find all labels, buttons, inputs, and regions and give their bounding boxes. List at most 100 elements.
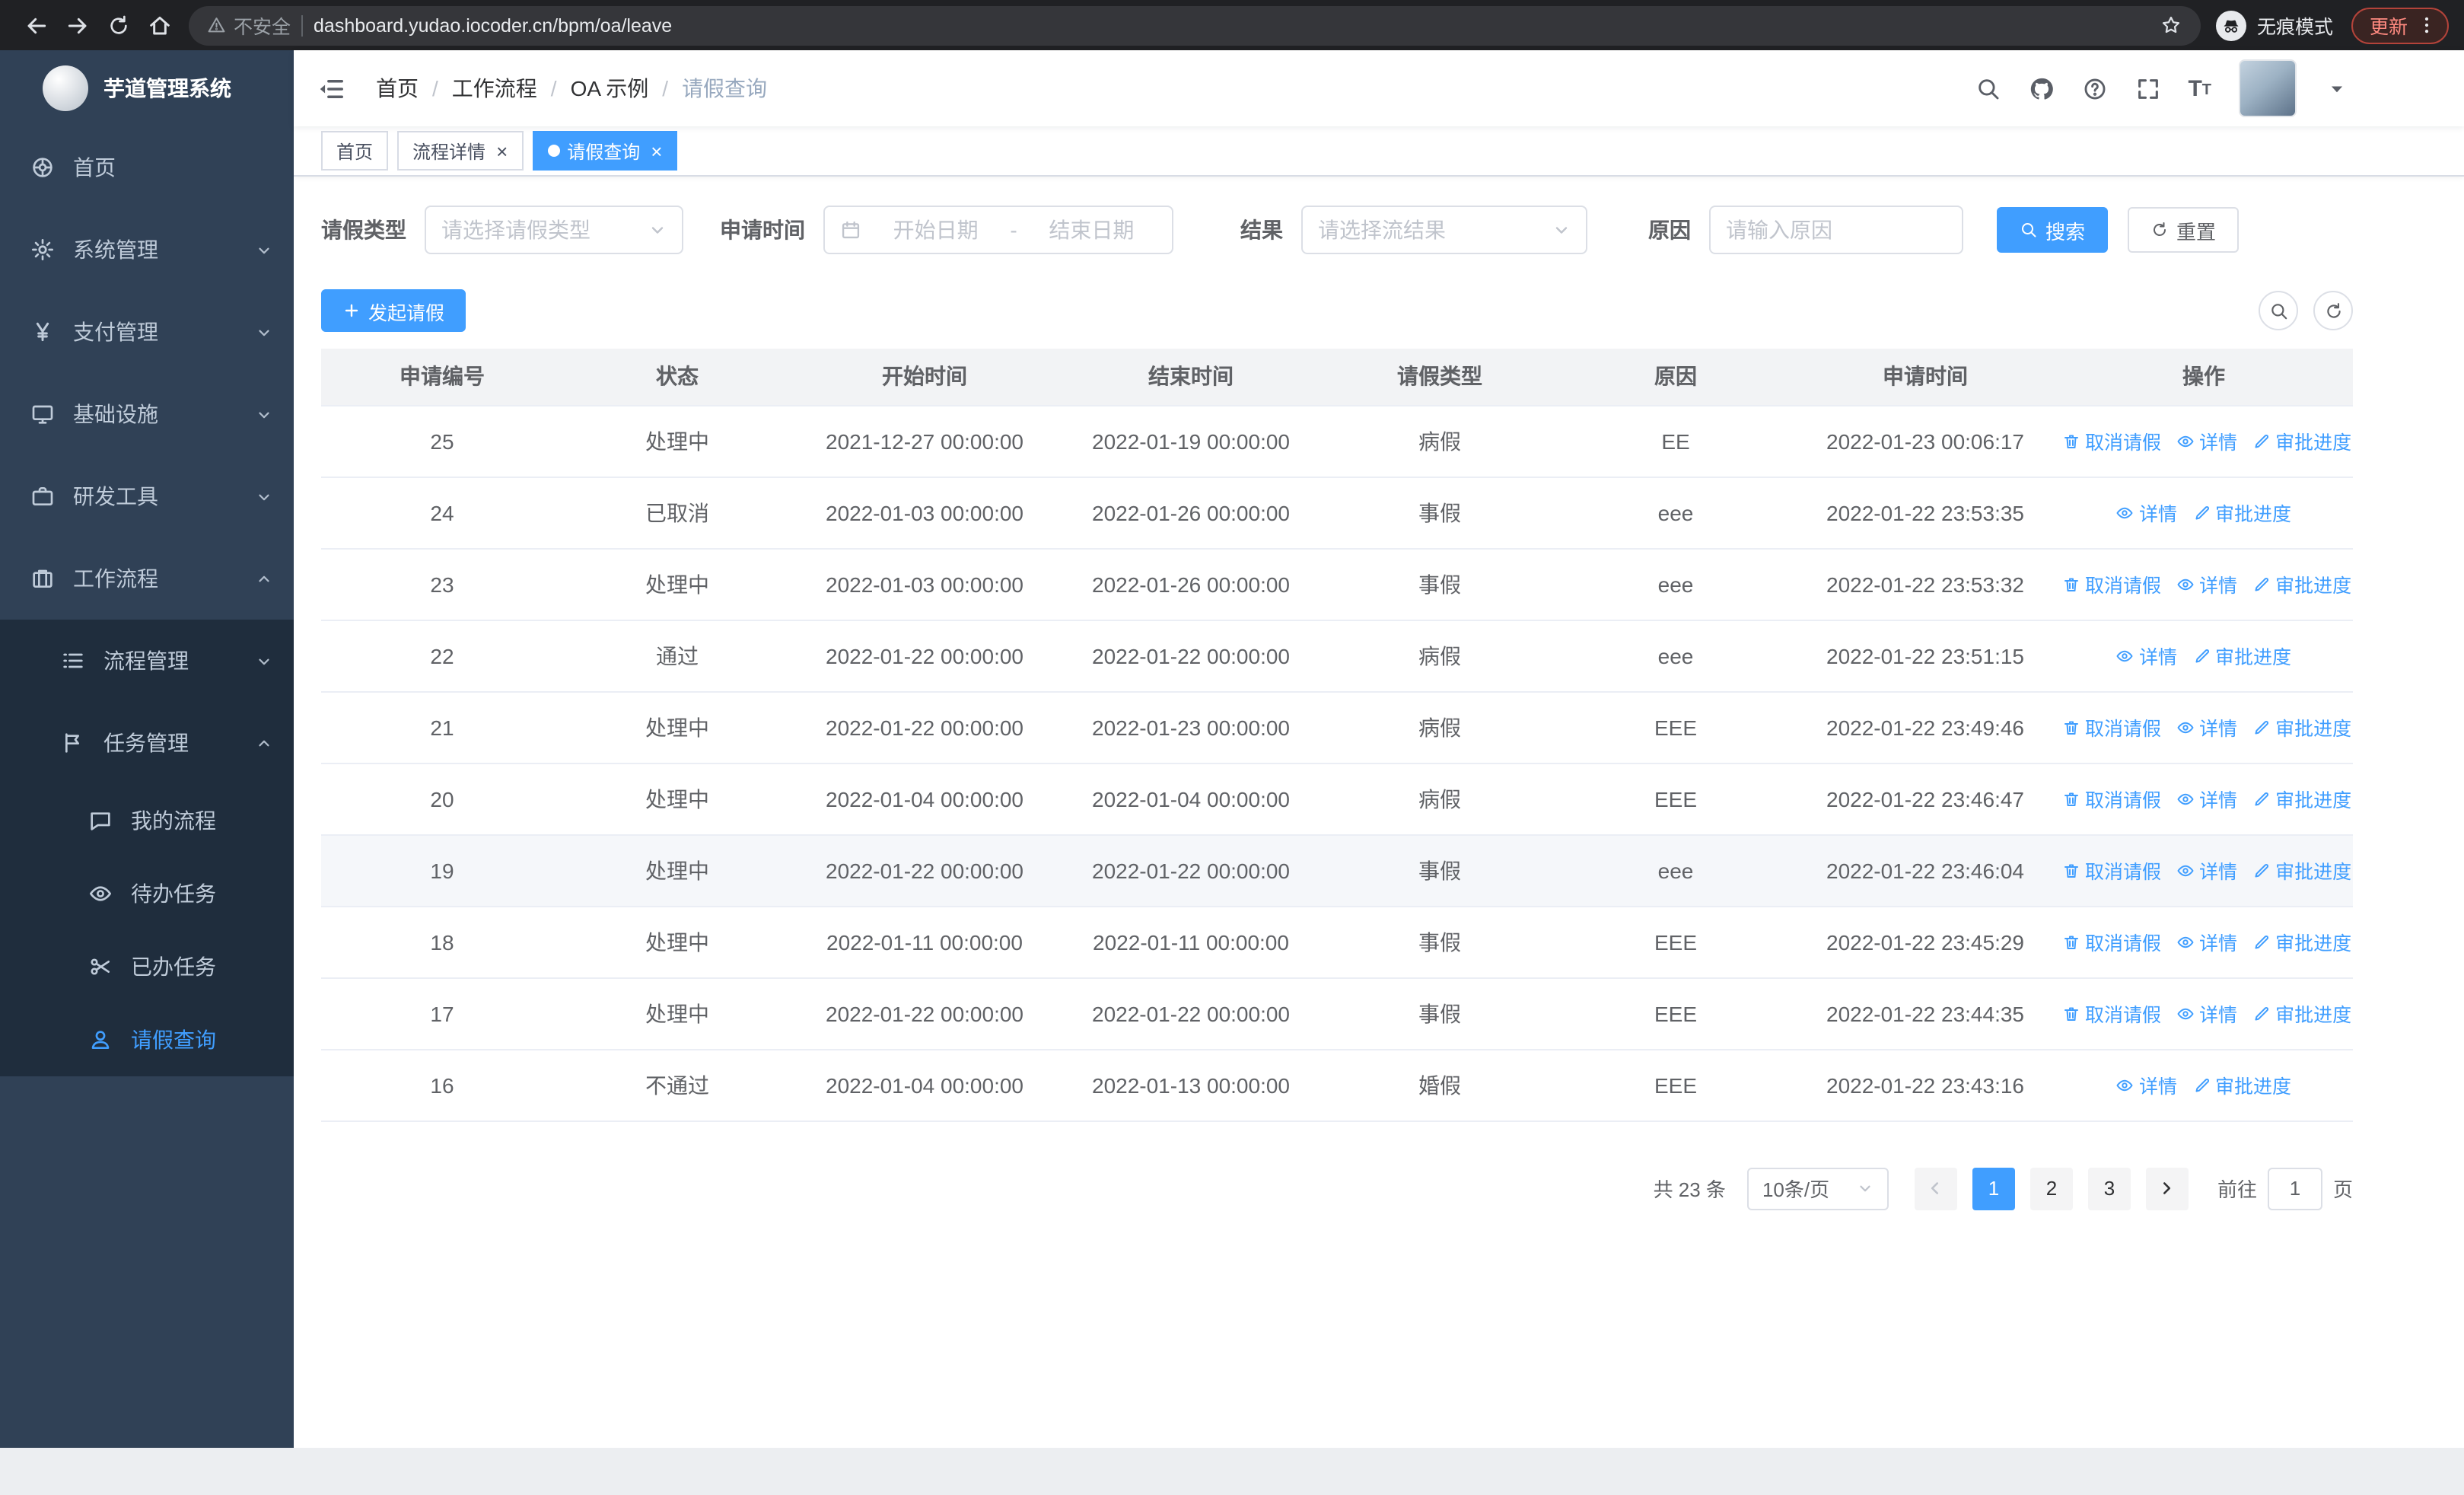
sidebar-item-leave-query[interactable]: 请假查询 xyxy=(0,1003,294,1076)
sidebar-item-payment[interactable]: 支付管理 xyxy=(0,291,294,373)
action-cancel-link[interactable]: 取消请假 xyxy=(2062,569,2161,598)
action-progress-link[interactable]: 审批进度 xyxy=(2252,712,2351,741)
action-cancel-link[interactable]: 取消请假 xyxy=(2062,712,2161,741)
breadcrumb: 首页 / 工作流程 / OA 示例 / 请假查询 xyxy=(376,73,767,104)
action-cancel-link[interactable]: 取消请假 xyxy=(2062,927,2161,956)
action-label: 审批进度 xyxy=(2275,719,2352,740)
user-avatar[interactable] xyxy=(2239,59,2297,117)
action-detail-link[interactable]: 详情 xyxy=(2176,927,2237,956)
sidebar-item-devtools[interactable]: 研发工具 xyxy=(0,455,294,537)
chevron-down-icon xyxy=(648,221,667,239)
goto-page-input[interactable] xyxy=(2267,1167,2322,1210)
create-leave-button[interactable]: 发起请假 xyxy=(321,289,466,332)
action-progress-link[interactable]: 审批进度 xyxy=(2192,641,2291,670)
reason-input[interactable] xyxy=(1709,206,1963,254)
date-range-picker[interactable]: 开始日期 - 结束日期 xyxy=(823,206,1173,254)
sidebar-item-system[interactable]: 系统管理 xyxy=(0,209,294,291)
tab-leave-query[interactable]: 请假查询 × xyxy=(532,131,678,171)
action-cancel-link[interactable]: 取消请假 xyxy=(2062,784,2161,813)
sidebar-item-infrastructure[interactable]: 基础设施 xyxy=(0,373,294,455)
tab-process-detail[interactable]: 流程详情 × xyxy=(397,131,524,171)
action-progress-link[interactable]: 审批进度 xyxy=(2252,856,2351,885)
sidebar-item-task-mgmt[interactable]: 任务管理 xyxy=(0,702,294,784)
address-bar[interactable]: 不安全 dashboard.yudao.iocoder.cn/bpm/oa/le… xyxy=(189,5,2201,45)
page-button-3[interactable]: 3 xyxy=(2087,1167,2131,1210)
action-label: 详情 xyxy=(2199,933,2238,955)
action-detail-link[interactable]: 详情 xyxy=(2176,999,2237,1028)
bookmark-star-icon[interactable] xyxy=(2160,14,2182,37)
hamburger-icon xyxy=(316,74,345,103)
action-progress-link[interactable]: 审批进度 xyxy=(2252,999,2351,1028)
action-detail-link[interactable]: 详情 xyxy=(2176,426,2237,455)
breadcrumb-item[interactable]: OA 示例 xyxy=(571,73,649,104)
sidebar-item-my-process[interactable]: 我的流程 xyxy=(0,784,294,857)
action-progress-link[interactable]: 审批进度 xyxy=(2252,784,2351,813)
tab-close-icon[interactable]: × xyxy=(651,141,662,161)
toggle-search-button[interactable] xyxy=(2259,291,2298,330)
action-cancel-link[interactable]: 取消请假 xyxy=(2062,999,2161,1028)
prev-page-button[interactable] xyxy=(1914,1167,1957,1210)
chevron-down-icon xyxy=(256,406,272,422)
monitor-icon xyxy=(30,402,55,426)
action-detail-link[interactable]: 详情 xyxy=(2176,712,2237,741)
font-size-icon[interactable]: TT xyxy=(2188,77,2211,100)
search-icon[interactable] xyxy=(1975,75,2001,101)
tab-home[interactable]: 首页 xyxy=(321,131,389,171)
menu-dots-icon[interactable] xyxy=(2415,14,2438,37)
sidebar-collapse-button[interactable] xyxy=(309,67,352,110)
action-detail-link[interactable]: 详情 xyxy=(2116,641,2177,670)
app-logo[interactable]: 芋道管理系统 xyxy=(0,50,294,126)
reset-button[interactable]: 重置 xyxy=(2128,207,2240,253)
fullscreen-icon[interactable] xyxy=(2135,75,2160,101)
browser-back-button[interactable] xyxy=(15,5,56,46)
cell-status: 处理中 xyxy=(563,906,791,978)
github-icon[interactable] xyxy=(2028,75,2054,101)
action-detail-link[interactable]: 详情 xyxy=(2116,1070,2177,1099)
tab-close-icon[interactable]: × xyxy=(496,141,508,161)
cell-start-time: 2022-01-22 00:00:00 xyxy=(791,977,1058,1050)
briefcase-icon xyxy=(30,484,55,508)
cell-id: 20 xyxy=(321,763,563,835)
action-cancel-link[interactable]: 取消请假 xyxy=(2062,426,2161,455)
sidebar-item-label: 流程管理 xyxy=(103,649,189,673)
breadcrumb-item[interactable]: 工作流程 xyxy=(452,73,537,104)
browser-reload-button[interactable] xyxy=(97,5,138,46)
result-select[interactable]: 请选择流结果 xyxy=(1301,206,1587,254)
next-page-button[interactable] xyxy=(2145,1167,2189,1210)
goto-unit-label: 页 xyxy=(2332,1178,2353,1201)
action-detail-link[interactable]: 详情 xyxy=(2176,569,2237,598)
sidebar-item-done-task[interactable]: 已办任务 xyxy=(0,930,294,1003)
cell-status: 处理中 xyxy=(563,977,791,1050)
page-size-select[interactable]: 10条/页 xyxy=(1746,1167,1889,1210)
sidebar-item-process-mgmt[interactable]: 流程管理 xyxy=(0,620,294,702)
cell-start-time: 2022-01-22 00:00:00 xyxy=(791,691,1058,763)
action-progress-link[interactable]: 审批进度 xyxy=(2252,426,2351,455)
browser-home-button[interactable] xyxy=(138,5,180,46)
cell-end-time: 2022-01-22 00:00:00 xyxy=(1058,977,1324,1050)
action-progress-link[interactable]: 审批进度 xyxy=(2252,927,2351,956)
sidebar-item-label: 支付管理 xyxy=(73,320,158,344)
sidebar-item-workflow[interactable]: 工作流程 xyxy=(0,537,294,620)
refresh-table-button[interactable] xyxy=(2313,291,2353,330)
browser-forward-button[interactable] xyxy=(56,5,97,46)
security-indicator[interactable]: 不安全 xyxy=(207,11,291,40)
action-cancel-link[interactable]: 取消请假 xyxy=(2062,856,2161,885)
sidebar-item-home[interactable]: 首页 xyxy=(0,126,294,209)
action-detail-link[interactable]: 详情 xyxy=(2116,498,2177,527)
action-detail-link[interactable]: 详情 xyxy=(2176,784,2237,813)
sidebar-item-label: 工作流程 xyxy=(73,566,158,591)
cell-actions: 取消请假 详情 审批进度 xyxy=(2055,548,2353,620)
browser-update-button[interactable]: 更新 xyxy=(2351,7,2449,43)
leave-type-select[interactable]: 请选择请假类型 xyxy=(425,206,683,254)
breadcrumb-item[interactable]: 首页 xyxy=(376,73,419,104)
page-button-1[interactable]: 1 xyxy=(1972,1167,2015,1210)
page-button-2[interactable]: 2 xyxy=(2029,1167,2073,1210)
action-progress-link[interactable]: 审批进度 xyxy=(2192,1070,2291,1099)
action-detail-link[interactable]: 详情 xyxy=(2176,856,2237,885)
sidebar-item-todo-task[interactable]: 待办任务 xyxy=(0,857,294,930)
action-progress-link[interactable]: 审批进度 xyxy=(2252,569,2351,598)
help-icon[interactable] xyxy=(2081,75,2107,101)
search-button[interactable]: 搜索 xyxy=(1997,207,2109,253)
action-progress-link[interactable]: 审批进度 xyxy=(2192,498,2291,527)
chevron-down-icon[interactable] xyxy=(2324,75,2350,101)
